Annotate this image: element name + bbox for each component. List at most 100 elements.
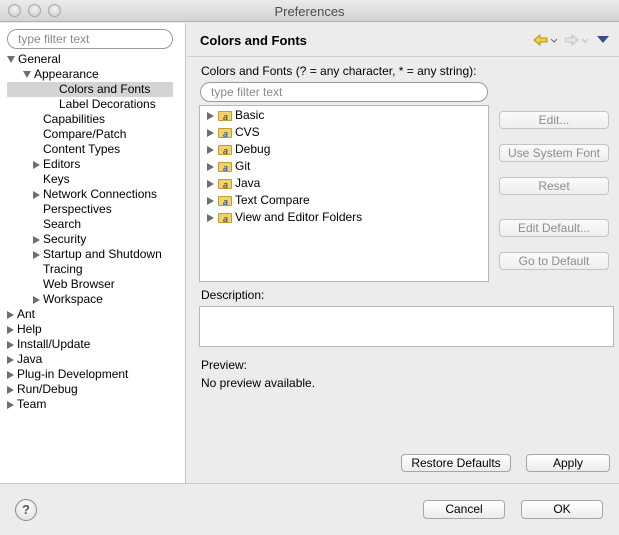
tree-item-label: Keys [43, 172, 70, 186]
window-title: Preferences [274, 4, 345, 19]
folder-icon: a [217, 211, 233, 224]
tree-filter-input[interactable]: type filter text [7, 29, 173, 49]
collapsed-triangle-icon[interactable] [207, 196, 214, 205]
description-box [199, 306, 614, 347]
cancel-button[interactable]: Cancel [423, 500, 505, 519]
category-item[interactable]: a View and Editor Folders [207, 209, 362, 226]
collapsed-triangle-icon[interactable] [207, 128, 214, 137]
collapsed-triangle-icon[interactable] [207, 213, 214, 222]
tree-item[interactable]: Install/Update [0, 337, 90, 352]
category-item[interactable]: a Debug [207, 141, 270, 158]
forward-arrow-icon[interactable] [565, 34, 589, 48]
collapsed-triangle-icon[interactable] [7, 355, 14, 364]
filter-label: Colors and Fonts (? = any character, * =… [201, 64, 477, 78]
tree-item-label: Label Decorations [59, 97, 156, 111]
category-item[interactable]: a CVS [207, 124, 260, 141]
tree-item[interactable]: Capabilities [0, 112, 105, 127]
tree-item[interactable]: Java [0, 352, 42, 367]
category-label: CVS [235, 125, 260, 139]
folder-icon: a [217, 160, 233, 173]
folder-icon: a [217, 177, 233, 190]
preview-text: No preview available. [201, 376, 316, 390]
ok-button[interactable]: OK [521, 500, 603, 519]
folder-icon: a [217, 109, 233, 122]
tree-item[interactable]: Colors and Fonts [7, 82, 173, 97]
apply-button[interactable]: Apply [526, 454, 610, 472]
use-system-font-button[interactable]: Use System Font [499, 144, 609, 162]
collapsed-triangle-icon[interactable] [7, 385, 14, 394]
collapsed-triangle-icon[interactable] [207, 162, 214, 171]
page-title: Colors and Fonts [200, 33, 307, 48]
category-label: Git [235, 159, 251, 173]
category-item[interactable]: a Java [207, 175, 260, 192]
tree-item[interactable]: Perspectives [0, 202, 112, 217]
tree-item-label: General [18, 52, 61, 66]
tree-item[interactable]: Team [0, 397, 46, 412]
go-to-default-button[interactable]: Go to Default [499, 252, 609, 270]
tree-item-label: Help [17, 322, 42, 336]
tree-item-label: Team [17, 397, 47, 411]
tree-item-label: Capabilities [43, 112, 106, 126]
collapsed-triangle-icon[interactable] [33, 235, 40, 244]
collapsed-triangle-icon[interactable] [7, 310, 14, 319]
footer-divider [0, 483, 619, 484]
collapsed-triangle-icon[interactable] [33, 295, 40, 304]
tree-item[interactable]: Editors [0, 157, 80, 172]
colors-fonts-tree[interactable]: a Basic a CVS a Debug a Git a Java a Text Compare a V… [199, 105, 489, 282]
collapsed-triangle-icon[interactable] [207, 179, 214, 188]
tree-item[interactable]: Run/Debug [0, 382, 78, 397]
collapsed-triangle-icon[interactable] [33, 250, 40, 259]
view-menu-icon[interactable] [597, 36, 609, 44]
preferences-tree-pane: type filter text General Appearance Colors… [0, 23, 186, 483]
tree-item[interactable]: Network Connections [0, 187, 157, 202]
tree-item[interactable]: Appearance [0, 67, 99, 82]
colors-filter-input[interactable]: type filter text [200, 82, 488, 102]
collapsed-triangle-icon[interactable] [7, 400, 14, 409]
tree-item[interactable]: Plug-in Development [0, 367, 128, 382]
tree-item[interactable]: Help [0, 322, 42, 337]
tree-item[interactable]: Startup and Shutdown [0, 247, 162, 262]
collapsed-triangle-icon[interactable] [7, 340, 14, 349]
category-item[interactable]: a Git [207, 158, 250, 175]
reset-button[interactable]: Reset [499, 177, 609, 195]
tree-item-label: Java [17, 352, 43, 366]
edit-default-button[interactable]: Edit Default... [499, 219, 609, 237]
tree-item[interactable]: Security [0, 232, 86, 247]
tree-item[interactable]: Ant [0, 307, 35, 322]
expanded-triangle-icon[interactable] [23, 71, 31, 79]
collapsed-triangle-icon[interactable] [7, 325, 14, 334]
collapsed-triangle-icon[interactable] [33, 190, 40, 199]
edit-button[interactable]: Edit... [499, 111, 609, 129]
category-item[interactable]: a Basic [207, 107, 264, 124]
help-icon[interactable]: ? [15, 499, 37, 521]
tree-item[interactable]: Search [0, 217, 81, 232]
collapsed-triangle-icon[interactable] [207, 111, 214, 120]
tree-item-label: Content Types [43, 142, 121, 156]
restore-defaults-button[interactable]: Restore Defaults [401, 454, 511, 472]
tree-item[interactable]: Content Types [0, 142, 120, 157]
tree-item[interactable]: General [0, 52, 61, 67]
tree-item-label: Compare/Patch [43, 127, 127, 141]
category-label: Java [235, 176, 261, 190]
collapsed-triangle-icon[interactable] [7, 370, 14, 379]
expanded-triangle-icon[interactable] [7, 56, 15, 64]
category-label: Text Compare [235, 193, 310, 207]
tree-item[interactable]: Tracing [0, 262, 83, 277]
tree-item-label: Ant [17, 307, 36, 321]
back-arrow-icon[interactable] [533, 34, 557, 48]
tree-item[interactable]: Web Browser [0, 277, 115, 292]
category-label: Debug [235, 142, 271, 156]
description-label: Description: [201, 288, 265, 302]
preferences-window: Preferences type filter text General Appe… [0, 0, 619, 535]
tree-item-label: Install/Update [17, 337, 91, 351]
collapsed-triangle-icon[interactable] [207, 145, 214, 154]
tree-item-label: Security [43, 232, 87, 246]
tree-item[interactable]: Workspace [0, 292, 103, 307]
tree-item[interactable]: Compare/Patch [0, 127, 126, 142]
category-label: Basic [235, 108, 265, 122]
tree-item-label: Search [43, 217, 82, 231]
collapsed-triangle-icon[interactable] [33, 160, 40, 169]
tree-item[interactable]: Keys [0, 172, 70, 187]
tree-item[interactable]: Label Decorations [0, 97, 156, 112]
category-item[interactable]: a Text Compare [207, 192, 310, 209]
